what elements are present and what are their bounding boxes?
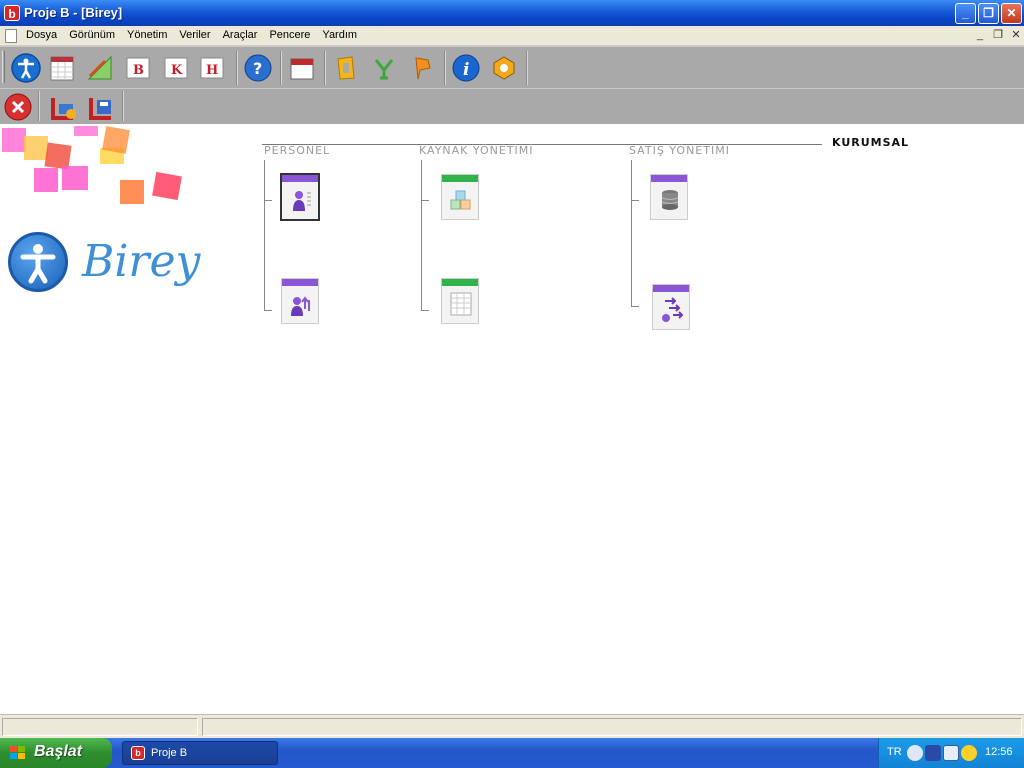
menu-araclar[interactable]: Araçlar: [217, 29, 264, 41]
main-toolbar: B K H ? i: [0, 46, 1024, 88]
close-button[interactable]: ✕: [1001, 3, 1022, 24]
taskbar-app-button[interactable]: b Proje B: [122, 741, 278, 765]
sales-database-icon[interactable]: [650, 174, 688, 220]
calendar-sheet-icon[interactable]: [46, 52, 78, 84]
svg-text:?: ?: [253, 59, 262, 78]
app-icon[interactable]: b: [4, 5, 20, 21]
toolbar-grip[interactable]: [2, 51, 5, 83]
decor-square: [74, 126, 98, 136]
personnel-transfer-icon[interactable]: [281, 278, 319, 324]
svg-text:K: K: [171, 63, 183, 78]
taskbar: Başlat b Proje B TR 12:56: [0, 738, 1024, 768]
window-title: Proje B - [Birey]: [24, 5, 123, 20]
decor-square: [152, 171, 182, 201]
k-card-icon[interactable]: K: [160, 52, 192, 84]
title-bar: b Proje B - [Birey] _ ❐ ✕: [0, 0, 1024, 26]
sales-flow-icon[interactable]: [652, 284, 690, 330]
menu-yardim[interactable]: Yardım: [316, 29, 363, 41]
calendar-icon[interactable]: [286, 52, 318, 84]
app-taskbar-icon: b: [131, 746, 145, 760]
svg-text:B: B: [133, 63, 144, 78]
h-card-icon[interactable]: H: [196, 52, 228, 84]
menu-dosya[interactable]: Dosya: [20, 29, 63, 41]
svg-text:H: H: [206, 63, 218, 78]
brand-logo-text: Birey: [82, 236, 201, 287]
tray-back-icon[interactable]: [907, 745, 923, 761]
birey-logo-icon: [8, 232, 68, 292]
mdi-close-button[interactable]: ✕: [1008, 29, 1024, 43]
resource-cubes-icon[interactable]: [441, 174, 479, 220]
info-icon[interactable]: i: [450, 52, 482, 84]
close-red-icon[interactable]: [2, 91, 34, 123]
section-kaynak: KAYNAK YÖNETİMİ: [419, 144, 534, 157]
menu-bar: Dosya Görünüm Yönetim Veriler Araçlar Pe…: [0, 26, 1024, 46]
disk-save-icon[interactable]: [86, 91, 118, 123]
main-content: Birey KURUMSAL PERSONEL KAYNAK YÖNETİMİ …: [0, 124, 1024, 714]
mdi-restore-button[interactable]: ❐: [990, 29, 1006, 43]
section-personel: PERSONEL: [264, 144, 331, 157]
ruler-triangle-icon[interactable]: [84, 52, 116, 84]
corporate-title: KURUMSAL: [832, 136, 910, 149]
decor-square: [34, 168, 58, 192]
pointer-icon[interactable]: [406, 52, 438, 84]
personnel-card-icon[interactable]: [280, 173, 320, 221]
start-label: Başlat: [34, 743, 83, 760]
header-rule: [262, 144, 822, 145]
network-disconnected-icon[interactable]: [925, 745, 941, 761]
menu-veriler[interactable]: Veriler: [173, 29, 216, 41]
section-satis: SATIŞ YÖNETİMİ: [629, 144, 730, 157]
network-icon[interactable]: [368, 52, 400, 84]
office-o-icon[interactable]: [330, 52, 362, 84]
clock: 12:56: [985, 746, 1013, 758]
menu-yonetim[interactable]: Yönetim: [121, 29, 173, 41]
b-card-icon[interactable]: B: [122, 52, 154, 84]
decor-square: [102, 126, 130, 154]
accessibility-icon[interactable]: [10, 52, 42, 84]
document-icon[interactable]: [5, 29, 17, 43]
status-pane-left: [2, 718, 198, 736]
restore-button[interactable]: ❐: [978, 3, 999, 24]
menu-gorunum[interactable]: Görünüm: [63, 29, 121, 41]
task-label: Proje B: [151, 747, 188, 759]
network-globe-icon[interactable]: [961, 745, 977, 761]
decor-square: [120, 180, 144, 204]
start-button[interactable]: Başlat: [0, 738, 112, 768]
system-tray: TR 12:56: [878, 738, 1024, 768]
decor-square: [24, 136, 48, 160]
mdi-minimize-button[interactable]: _: [972, 29, 988, 43]
language-indicator[interactable]: TR: [887, 746, 902, 758]
status-bar: [0, 714, 1024, 738]
help-globe-icon[interactable]: ?: [242, 52, 274, 84]
display-icon[interactable]: [943, 745, 959, 761]
status-pane-main: [202, 718, 1022, 736]
minimize-button[interactable]: _: [955, 3, 976, 24]
decor-square: [62, 166, 88, 190]
resource-table-icon[interactable]: [441, 278, 479, 324]
windows-flag-icon: [10, 746, 25, 759]
hexagon-icon[interactable]: [488, 52, 520, 84]
menu-pencere[interactable]: Pencere: [263, 29, 316, 41]
folder-load-icon[interactable]: [48, 91, 80, 123]
svg-text:i: i: [463, 60, 469, 80]
decor-square: [2, 128, 26, 152]
secondary-toolbar: [0, 88, 1024, 124]
